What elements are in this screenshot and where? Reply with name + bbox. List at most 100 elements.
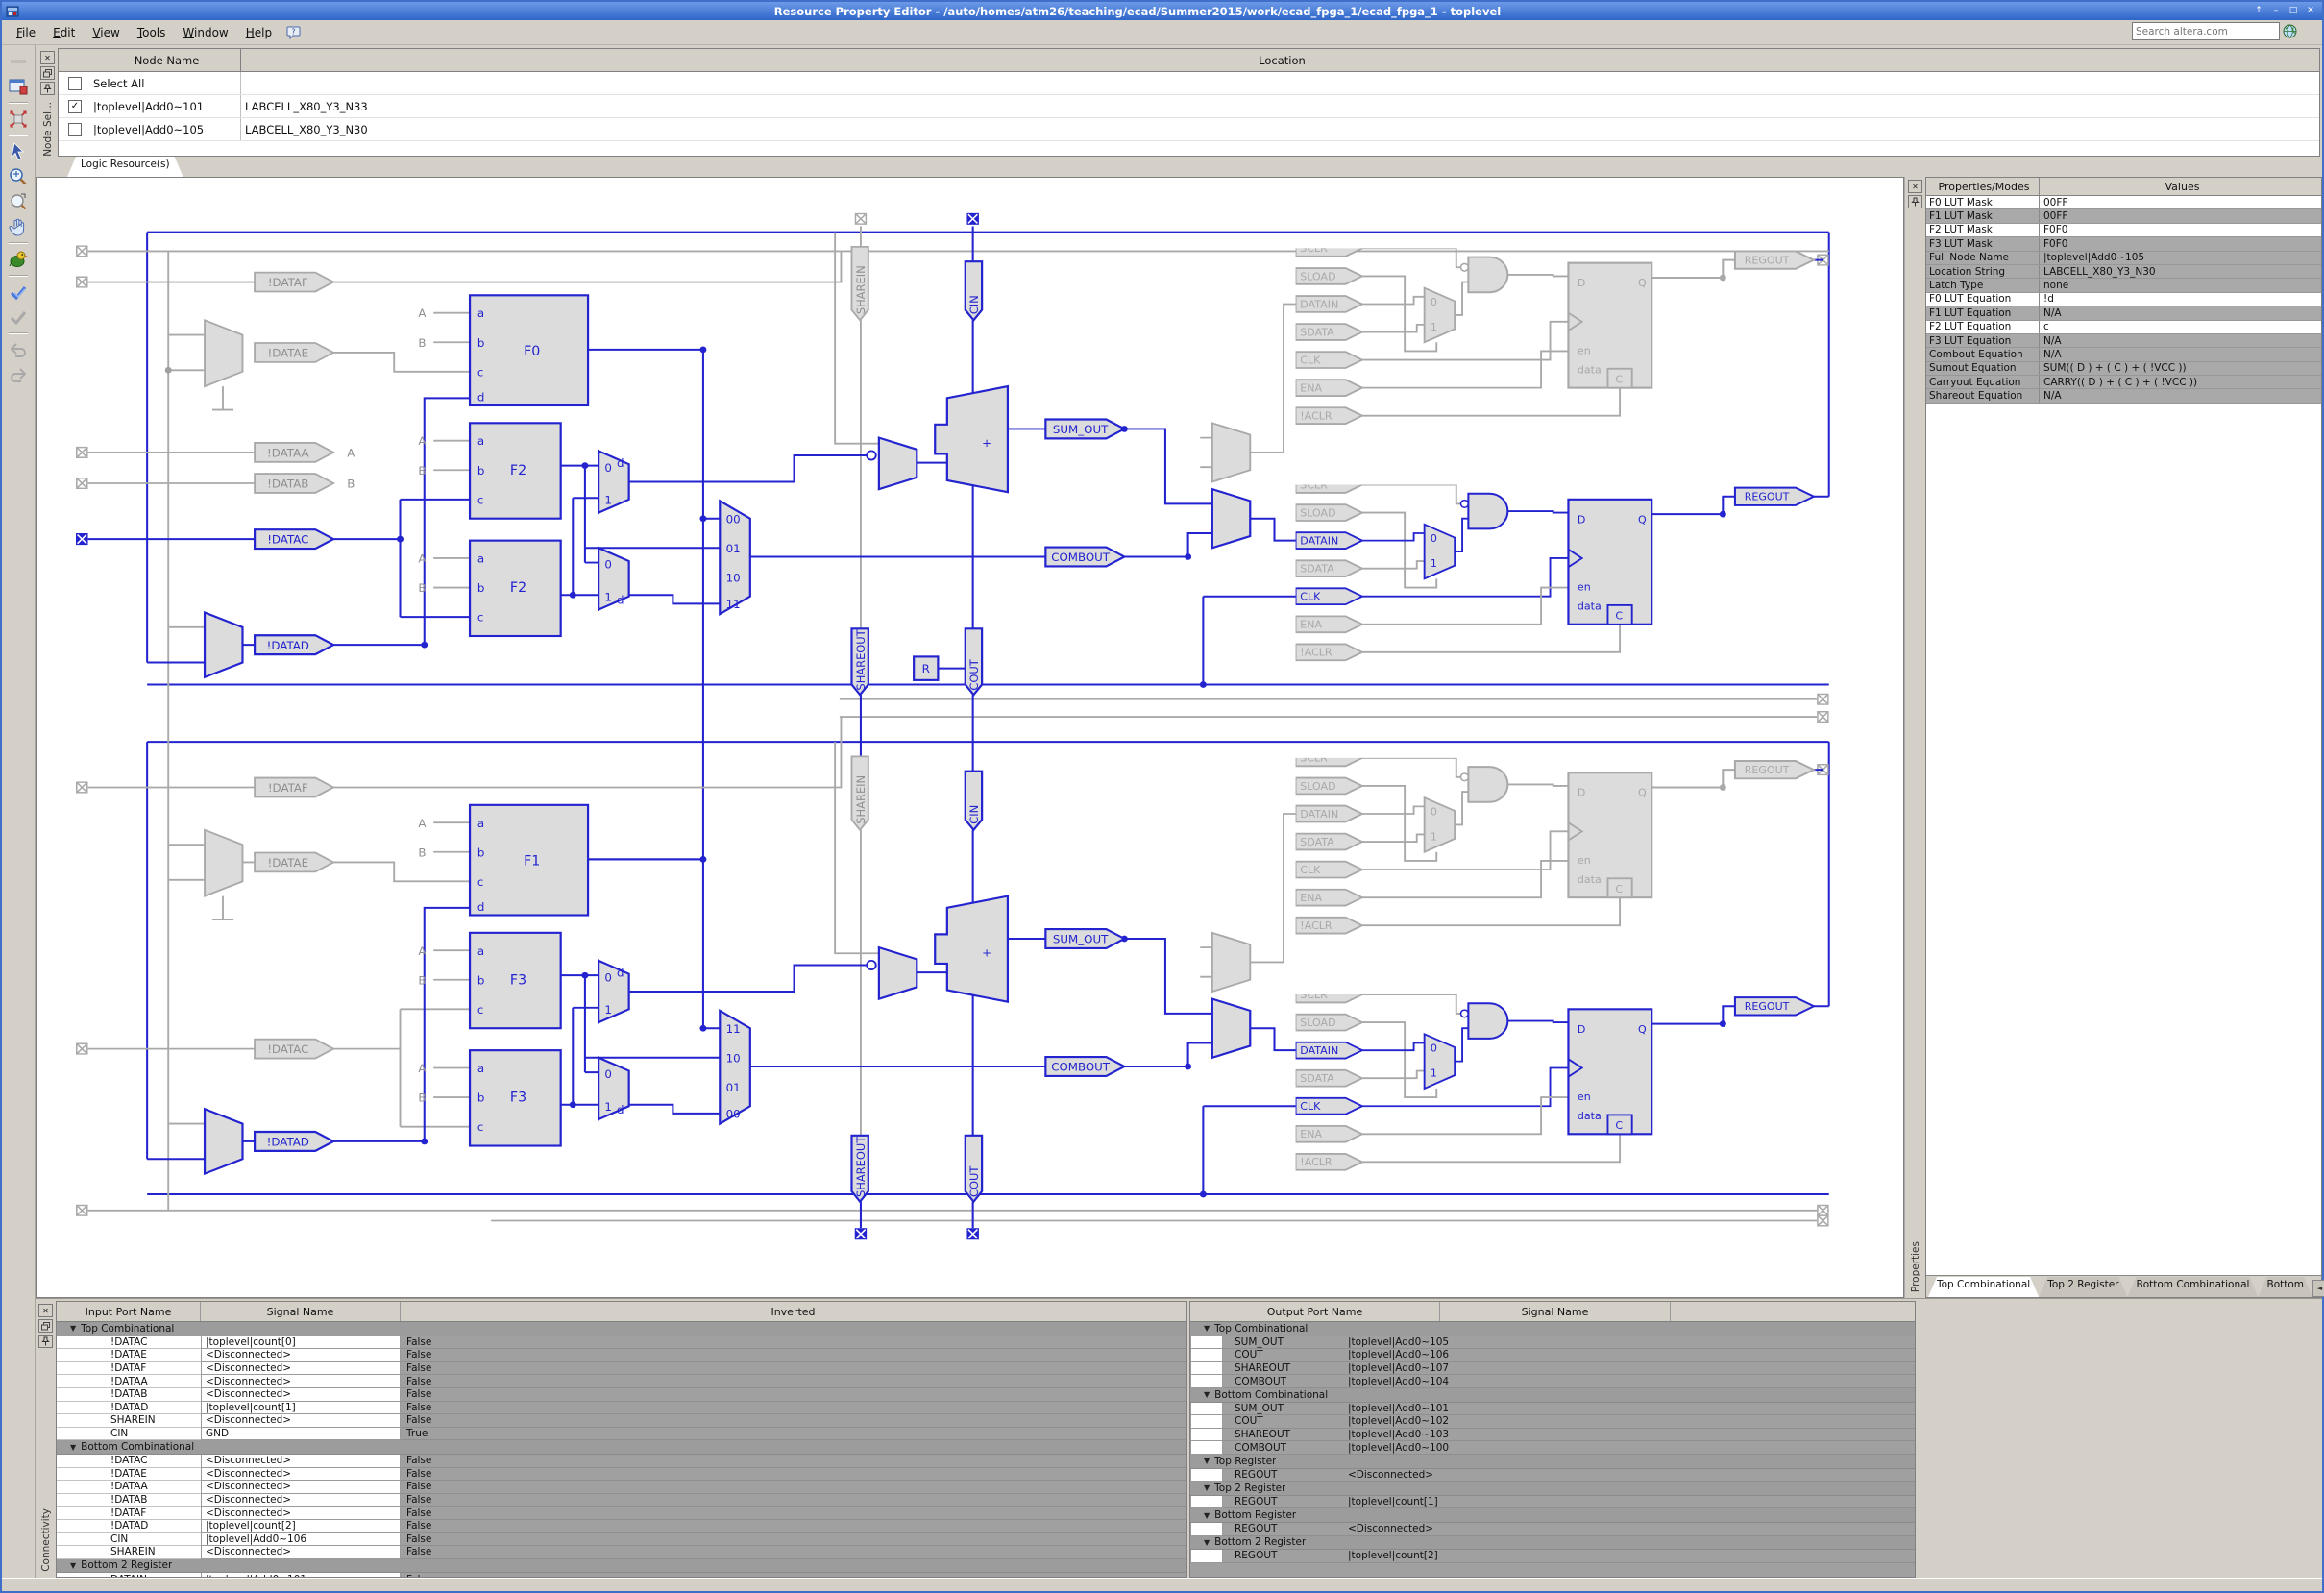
table-row[interactable]: ✓ |toplevel|Add0~101 LABCELL_X80_Y3_N33 bbox=[59, 95, 2319, 118]
mux-4to1[interactable]: 0001 1011 bbox=[720, 501, 750, 614]
tab-logic-resources[interactable]: Logic Resource(s) bbox=[67, 157, 183, 177]
r-box[interactable]: R bbox=[914, 656, 938, 679]
table-row[interactable]: Sumout EquationSUM(( D ) + ( C ) + ( !VC… bbox=[1926, 362, 2321, 376]
table-row[interactable]: F1 LUT EquationN/A bbox=[1926, 306, 2321, 320]
mux-2to1[interactable]: 0 1d bbox=[599, 1058, 629, 1119]
close-icon[interactable]: ✕ bbox=[40, 51, 55, 64]
column-inverted[interactable]: Inverted bbox=[401, 1302, 1186, 1321]
signal-name[interactable]: |toplevel|count[1] bbox=[201, 1402, 401, 1415]
port-dataf[interactable]: !DATAF bbox=[255, 273, 333, 292]
selection-tool-icon[interactable] bbox=[7, 140, 30, 163]
table-row[interactable]: !DATAD|toplevel|count[1]False bbox=[57, 1402, 1186, 1415]
menu-view[interactable]: View bbox=[84, 23, 128, 42]
signal-name[interactable]: <Disconnected> bbox=[201, 1546, 401, 1559]
bottom-2-register[interactable] bbox=[1296, 987, 1814, 1170]
table-row[interactable]: !DATAE<Disconnected>False bbox=[57, 1349, 1186, 1362]
column-values[interactable]: Values bbox=[2040, 178, 2321, 195]
expand-icon[interactable]: ▼ bbox=[1204, 1538, 1210, 1547]
mux-2to1[interactable]: 0 1d bbox=[599, 548, 629, 609]
check-icon[interactable] bbox=[7, 281, 30, 304]
column-location[interactable]: Location bbox=[241, 49, 2319, 71]
port-datae[interactable]: !DATAE bbox=[255, 343, 333, 362]
shade-button[interactable]: ↑ bbox=[2252, 5, 2265, 17]
table-row[interactable]: REGOUT<Disconnected> bbox=[1190, 1469, 1915, 1483]
table-row[interactable]: !DATAB<Disconnected>False bbox=[57, 1388, 1186, 1402]
input-mux[interactable] bbox=[205, 830, 242, 919]
group-row[interactable]: ▼Bottom 2 Register bbox=[57, 1559, 1186, 1574]
table-row[interactable]: F3 LUT MaskF0F0 bbox=[1926, 237, 2321, 251]
shareout-tag[interactable]: SHAREOUT bbox=[851, 628, 868, 695]
table-row[interactable]: REGOUT|toplevel|count[2] bbox=[1190, 1550, 1915, 1563]
column-node-name[interactable]: Node Name bbox=[91, 49, 241, 71]
search-input[interactable] bbox=[2132, 22, 2280, 40]
globe-icon[interactable] bbox=[2283, 24, 2297, 38]
inverted-value[interactable]: False bbox=[401, 1533, 1186, 1547]
mux-4to1[interactable]: 1110 0100 bbox=[720, 1011, 750, 1124]
float-icon[interactable] bbox=[38, 1319, 53, 1333]
inverted-value[interactable]: False bbox=[401, 1362, 1186, 1376]
signal-name[interactable]: <Disconnected> bbox=[201, 1455, 401, 1468]
select-all-checkbox[interactable] bbox=[68, 77, 82, 90]
table-row[interactable]: F2 LUT Equationc bbox=[1926, 321, 2321, 334]
pan-tool-icon[interactable] bbox=[7, 215, 30, 238]
table-row[interactable]: SHAREOUT|toplevel|Add0~107 bbox=[1190, 1362, 1915, 1376]
column-signal[interactable]: Signal Name bbox=[1440, 1302, 1671, 1321]
close-icon[interactable]: ✕ bbox=[1908, 180, 1922, 193]
inverted-value[interactable]: False bbox=[401, 1375, 1186, 1388]
table-row[interactable]: !DATAA<Disconnected>False bbox=[57, 1481, 1186, 1494]
inverted-value[interactable]: False bbox=[401, 1414, 1186, 1428]
signal-name[interactable]: <Disconnected> bbox=[201, 1468, 401, 1482]
node-checkbox[interactable]: ✓ bbox=[68, 100, 82, 113]
inverted-value[interactable]: False bbox=[401, 1520, 1186, 1533]
zoom-area-icon[interactable] bbox=[7, 190, 30, 213]
mux-2to1[interactable]: 0d 1 bbox=[599, 451, 629, 512]
table-row[interactable]: F0 LUT Mask00FF bbox=[1926, 196, 2321, 209]
expand-icon[interactable]: ▼ bbox=[1204, 1324, 1210, 1333]
table-row[interactable]: COUT|toplevel|Add0~102 bbox=[1190, 1415, 1915, 1429]
group-row[interactable]: ▼Top Combinational bbox=[57, 1322, 1186, 1336]
table-row[interactable]: |toplevel|Add0~105 LABCELL_X80_Y3_N30 bbox=[59, 118, 2319, 141]
fit-selection-icon[interactable] bbox=[7, 108, 30, 131]
menu-help[interactable]: Help bbox=[237, 23, 281, 42]
inverted-value[interactable]: False bbox=[401, 1402, 1186, 1415]
cin-tag[interactable]: CIN bbox=[966, 772, 982, 830]
combout-arrow[interactable]: COMBOUT bbox=[1045, 1057, 1124, 1076]
port-dataf[interactable]: !DATAF bbox=[255, 778, 333, 797]
top-2-register[interactable] bbox=[1296, 477, 1814, 660]
signal-name[interactable]: |toplevel|Add0~106 bbox=[201, 1533, 401, 1547]
signal-name[interactable]: |toplevel|count[0] bbox=[201, 1336, 401, 1350]
inverted-value[interactable]: False bbox=[401, 1481, 1186, 1494]
help-bubble-icon[interactable]: ? bbox=[286, 26, 302, 39]
port-dataa[interactable]: !DATAAA bbox=[255, 443, 355, 462]
tab-bottom[interactable]: Bottom bbox=[2258, 1277, 2312, 1297]
pin-icon[interactable] bbox=[1908, 195, 1922, 208]
table-row[interactable]: F2 LUT MaskF0F0 bbox=[1926, 224, 2321, 237]
signal-name[interactable]: GND bbox=[201, 1428, 401, 1441]
table-row[interactable]: F1 LUT Mask00FF bbox=[1926, 209, 2321, 223]
lut-f1[interactable]: ab cd F1 AB bbox=[418, 805, 588, 916]
node-checkbox[interactable] bbox=[68, 123, 82, 136]
column-signal[interactable]: Signal Name bbox=[201, 1302, 401, 1321]
xor-mux[interactable] bbox=[879, 947, 917, 999]
group-row[interactable]: ▼Top 2 Register bbox=[1190, 1482, 1915, 1496]
adder[interactable]: + bbox=[935, 896, 1008, 1002]
minimize-button[interactable]: – bbox=[2269, 5, 2283, 17]
port-datae[interactable]: !DATAE bbox=[255, 853, 333, 872]
tab-bottom-combinational[interactable]: Bottom Combinational bbox=[2128, 1277, 2259, 1297]
tab-top-2-register[interactable]: Top 2 Register bbox=[2039, 1277, 2127, 1297]
table-row[interactable]: !DATAB<Disconnected>False bbox=[57, 1494, 1186, 1507]
table-row[interactable]: !DATAE<Disconnected>False bbox=[57, 1468, 1186, 1482]
regin-mux[interactable] bbox=[1212, 423, 1250, 481]
table-row[interactable]: COMBOUT|toplevel|Add0~100 bbox=[1190, 1441, 1915, 1455]
float-icon[interactable] bbox=[40, 66, 55, 80]
table-row[interactable]: Full Node Name|toplevel|Add0~105 bbox=[1926, 252, 2321, 265]
table-row[interactable]: Latch Typenone bbox=[1926, 279, 2321, 292]
sharein-tag[interactable]: SHAREIN bbox=[851, 756, 868, 829]
table-row[interactable]: !DATAF<Disconnected>False bbox=[57, 1507, 1186, 1520]
table-row[interactable]: !DATAA<Disconnected>False bbox=[57, 1375, 1186, 1388]
port-datad[interactable]: !DATAD bbox=[255, 635, 333, 654]
tab-scroll-left-icon[interactable]: ◄ bbox=[2312, 1280, 2324, 1297]
input-mux[interactable] bbox=[205, 613, 242, 677]
adder[interactable]: + bbox=[935, 386, 1008, 492]
bird-tool-icon[interactable] bbox=[7, 248, 30, 271]
